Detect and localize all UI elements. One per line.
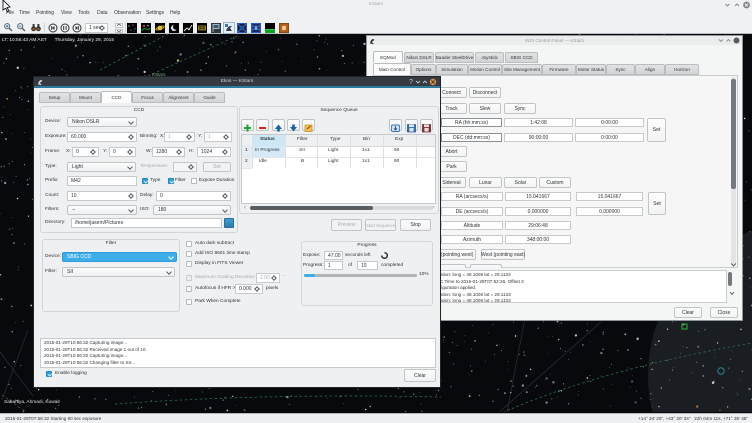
svg-text:ON: ON (199, 26, 205, 30)
svg-text:?: ? (409, 79, 413, 86)
